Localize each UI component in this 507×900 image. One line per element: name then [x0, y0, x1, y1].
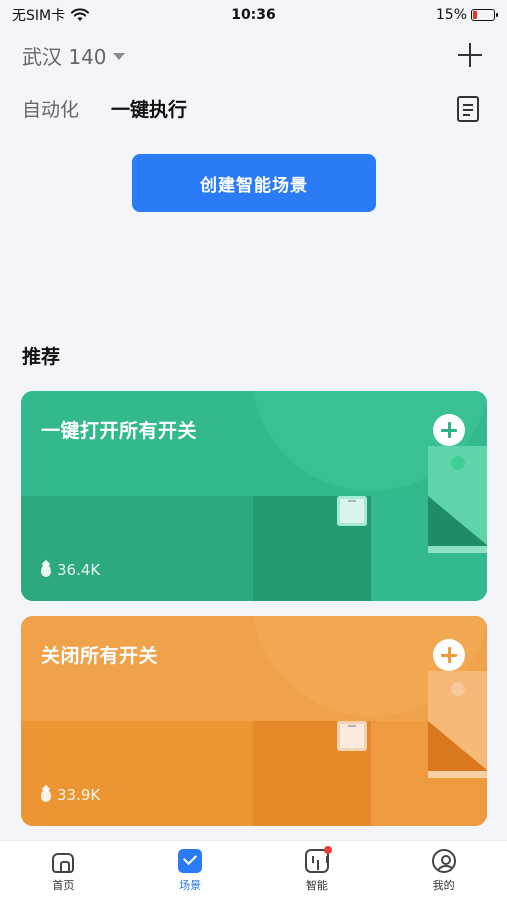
bottom-nav: 首页 场景 智能 我的	[0, 840, 507, 900]
recommend-card-close-all[interactable]: 关闭所有开关 33.9K	[21, 616, 487, 826]
card-title: 关闭所有开关	[41, 645, 159, 667]
chevron-down-icon	[112, 52, 125, 60]
home-selector[interactable]: 武汉 140	[22, 41, 125, 70]
nav-label: 我的	[432, 878, 455, 892]
card-usage-count: 33.9K	[41, 786, 100, 804]
create-scene-button[interactable]: 创建智能场景	[132, 154, 376, 212]
switch-device-icon	[337, 721, 367, 751]
battery-icon	[471, 9, 498, 21]
card-title: 一键打开所有开关	[41, 420, 198, 442]
status-right: 15%	[435, 7, 498, 23]
wifi-icon	[71, 8, 90, 21]
nav-scene[interactable]: 场景	[127, 841, 254, 900]
battery-percent: 15%	[435, 7, 467, 23]
nav-label: 场景	[179, 878, 202, 892]
usage-count-text: 36.4K	[57, 561, 101, 579]
log-document-icon[interactable]	[457, 96, 479, 122]
usage-count-text: 33.9K	[57, 786, 101, 804]
card-usage-count: 36.4K	[41, 561, 100, 579]
tab-one-tap[interactable]: 一键执行	[111, 95, 187, 122]
scene-icon	[178, 848, 203, 873]
add-scene-icon[interactable]	[433, 639, 465, 671]
add-scene-icon[interactable]	[433, 414, 465, 446]
add-icon[interactable]	[455, 40, 485, 70]
profile-icon	[431, 848, 456, 873]
switch-device-icon	[337, 496, 367, 526]
nav-profile[interactable]: 我的	[380, 841, 507, 900]
notification-dot	[323, 845, 332, 854]
home-icon	[52, 852, 75, 873]
tab-automation[interactable]: 自动化	[22, 95, 79, 122]
nav-smart[interactable]: 智能	[254, 841, 381, 900]
nav-label: 首页	[52, 878, 75, 892]
status-left: 无SIM卡	[12, 5, 90, 25]
home-name: 武汉 140	[22, 44, 107, 69]
nav-home[interactable]: 首页	[0, 841, 127, 900]
status-bar: 无SIM卡 10:36 15%	[0, 0, 507, 30]
scene-tabs: 自动化 一键执行	[0, 88, 507, 128]
smart-icon	[304, 845, 332, 873]
header: 武汉 140	[0, 30, 507, 80]
carrier-label: 无SIM卡	[12, 8, 66, 24]
recommend-title: 推荐	[22, 346, 61, 368]
nav-label: 智能	[305, 878, 328, 892]
drop-icon	[41, 788, 51, 802]
drop-icon	[41, 563, 51, 577]
recommend-card-open-all[interactable]: 一键打开所有开关 36.4K	[21, 391, 487, 601]
